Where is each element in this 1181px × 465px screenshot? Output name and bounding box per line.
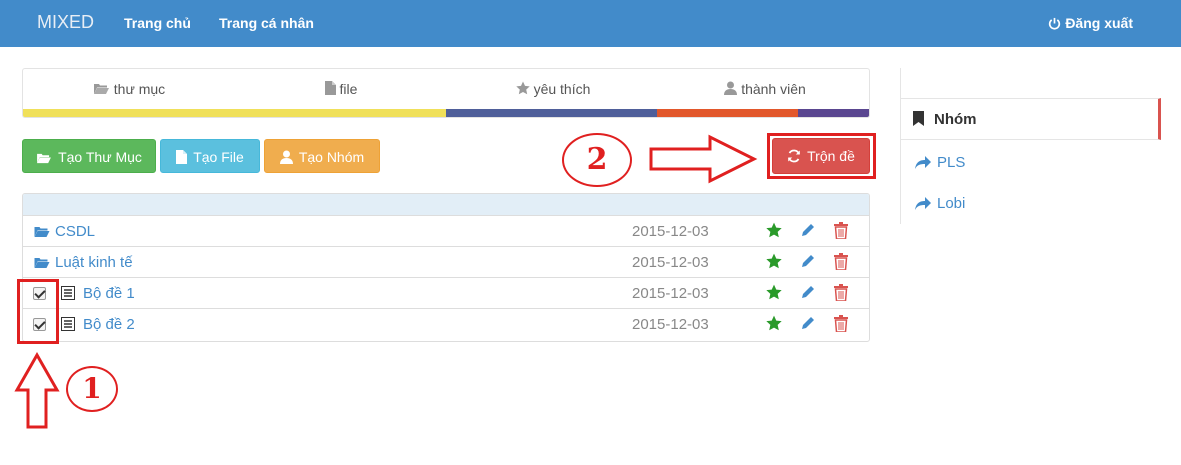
file-link[interactable]: Bộ đề 2: [83, 316, 135, 333]
user-icon: [279, 150, 293, 164]
row-date: 2015-12-03: [632, 285, 709, 302]
table-row: CSDL 2015-12-03: [23, 216, 869, 247]
file-table: CSDL 2015-12-03 Luật kinh tế 2015-12-03 …: [22, 193, 870, 342]
star-icon: [515, 81, 530, 95]
brand-logo[interactable]: MIXED: [37, 12, 94, 33]
folder-open-icon: [37, 153, 52, 164]
stat-favorites-label: yêu thích: [533, 81, 591, 97]
table-header: [23, 194, 869, 216]
star-icon[interactable]: [766, 315, 782, 331]
star-icon[interactable]: [766, 284, 782, 300]
trash-icon[interactable]: [834, 315, 848, 332]
create-file-button[interactable]: Tạo File: [160, 139, 260, 173]
trash-icon[interactable]: [834, 222, 848, 239]
sidebar-item-label: Lobi: [937, 195, 966, 212]
step-1-badge: 1: [66, 366, 118, 412]
folder-open-icon: [34, 258, 50, 268]
table-row: Bộ đề 1 2015-12-03: [23, 278, 869, 309]
pencil-icon[interactable]: [800, 253, 816, 269]
star-icon[interactable]: [766, 253, 782, 269]
file-link[interactable]: Bộ đề 1: [83, 285, 135, 302]
logout-label: Đăng xuất: [1065, 15, 1133, 31]
stat-members: thành viên: [659, 81, 869, 97]
stat-files: file: [235, 81, 447, 97]
stat-folders: thư mục: [23, 81, 235, 97]
shuffle-button[interactable]: Trộn đề: [772, 138, 870, 174]
share-arrow-icon: [915, 156, 931, 169]
groups-heading[interactable]: Nhóm: [900, 98, 1161, 140]
create-file-label: Tạo File: [193, 149, 244, 165]
progress-bar-members: [657, 109, 798, 117]
power-icon: [1049, 17, 1061, 30]
folder-open-icon: [34, 227, 50, 237]
right-arrow-annotation: [649, 134, 758, 184]
bookmark-icon: [913, 111, 924, 126]
refresh-icon: [788, 149, 800, 163]
folder-open-icon: [93, 84, 109, 94]
stat-files-label: file: [339, 81, 358, 97]
folder-link[interactable]: Luật kinh tế: [33, 254, 133, 271]
trash-icon[interactable]: [834, 253, 848, 270]
row-date: 2015-12-03: [632, 223, 709, 240]
top-navbar: MIXED Trang chủ Trang cá nhân Đăng xuất: [0, 0, 1181, 47]
pencil-icon[interactable]: [800, 284, 816, 300]
list-icon: [61, 317, 75, 331]
stats-panel: thư mục file yêu thích thành viên: [22, 68, 870, 118]
table-row: Luật kinh tế 2015-12-03: [23, 247, 869, 278]
table-row: Bộ đề 2 2015-12-03: [23, 309, 869, 340]
progress-bar-extra: [798, 109, 869, 117]
list-icon: [61, 286, 75, 300]
sidebar-divider: [900, 68, 901, 98]
nav-profile-link[interactable]: Trang cá nhân: [219, 15, 314, 31]
file-icon: [324, 81, 336, 95]
create-folder-label: Tạo Thư Mục: [58, 149, 142, 165]
create-group-button[interactable]: Tạo Nhóm: [264, 139, 380, 173]
progress-bar-favorites: [446, 109, 657, 117]
groups-heading-label: Nhóm: [934, 111, 977, 128]
folder-link[interactable]: CSDL: [33, 223, 95, 240]
sidebar-divider: [900, 140, 901, 224]
user-icon: [724, 81, 738, 95]
logout-link[interactable]: Đăng xuất: [1048, 15, 1133, 31]
share-arrow-icon: [915, 197, 931, 210]
create-group-label: Tạo Nhóm: [298, 149, 365, 165]
progress-bar-folders-files: [23, 109, 446, 117]
row-date: 2015-12-03: [632, 254, 709, 271]
row-name-label: CSDL: [55, 223, 96, 240]
stat-folders-label: thư mục: [113, 81, 166, 97]
groups-sidebar: Nhóm PLS Lobi: [900, 68, 1162, 224]
pencil-icon[interactable]: [800, 315, 816, 331]
up-arrow-annotation: [14, 352, 60, 429]
create-folder-button[interactable]: Tạo Thư Mục: [22, 139, 156, 173]
shuffle-label: Trộn đề: [807, 148, 855, 164]
sidebar-item-label: PLS: [937, 154, 966, 171]
stat-favorites: yêu thích: [447, 81, 659, 97]
trash-icon[interactable]: [834, 284, 848, 301]
sidebar-item-lobi[interactable]: Lobi: [915, 195, 965, 212]
highlight-checkbox-box: [17, 279, 59, 344]
sidebar-item-pls[interactable]: PLS: [915, 154, 965, 171]
nav-home-link[interactable]: Trang chủ: [124, 15, 191, 31]
step-2-badge: 2: [562, 133, 632, 187]
stat-members-label: thành viên: [741, 81, 806, 97]
star-icon[interactable]: [766, 222, 782, 238]
file-icon: [176, 150, 188, 164]
row-date: 2015-12-03: [632, 316, 709, 333]
pencil-icon[interactable]: [800, 222, 816, 238]
row-name-label: Luật kinh tế: [55, 254, 133, 271]
